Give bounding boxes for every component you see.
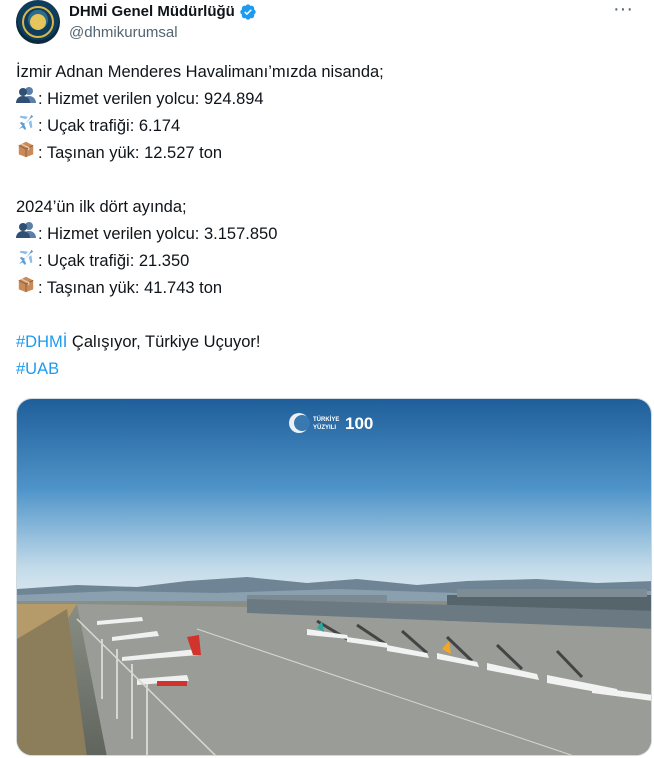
- stat-line: : Hizmet verilen yolcu: 924.894: [16, 86, 638, 113]
- hashtag-uab-link[interactable]: #UAB: [16, 360, 59, 378]
- passengers-icon: [16, 86, 38, 113]
- airport-photo: TÜRKİYE YÜZYILI 100: [17, 399, 651, 755]
- tweet-header: DHMİ Genel Müdürlüğü @dhmikurumsal ···: [16, 0, 638, 50]
- tweet-media-image[interactable]: TÜRKİYE YÜZYILI 100: [16, 398, 652, 756]
- period-intro-line: 2024’ün ilk dört ayında;: [16, 198, 187, 216]
- overlay-text-1: TÜRKİYE: [313, 416, 339, 423]
- display-name[interactable]: DHMİ Genel Müdürlüğü: [69, 2, 235, 22]
- more-options-button[interactable]: ···: [608, 0, 638, 24]
- april-cargo: : Taşınan yük: 12.527 ton: [38, 144, 223, 162]
- april-passengers: : Hizmet verilen yolcu: 924.894: [38, 90, 264, 108]
- stat-line: : Taşınan yük: 41.743 ton: [16, 275, 638, 302]
- overlay-text-2: YÜZYILI: [313, 424, 336, 431]
- avatar[interactable]: [16, 0, 60, 44]
- verified-badge-icon: [239, 3, 257, 21]
- package-icon: [16, 275, 38, 302]
- stat-line: : Hizmet verilen yolcu: 3.157.850: [16, 221, 638, 248]
- avatar-emblem: [30, 14, 46, 30]
- april-aircraft: : Uçak trafiği: 6.174: [38, 117, 181, 135]
- stat-line: : Uçak trafiği: 6.174: [16, 113, 638, 140]
- package-icon: [16, 140, 38, 167]
- four-months-cargo: : Taşınan yük: 41.743 ton: [38, 279, 223, 297]
- intro-line: İzmir Adnan Menderes Havalimanı’mızda ni…: [16, 63, 384, 81]
- name-row: DHMİ Genel Müdürlüğü: [69, 2, 257, 22]
- slogan-text: Çalışıyor, Türkiye Uçuyor!: [67, 333, 261, 351]
- overlay-logo-100: 100: [345, 414, 373, 433]
- hashtag-line: #UAB: [16, 356, 638, 383]
- airplane-icon: [16, 113, 38, 140]
- passengers-icon: [16, 221, 38, 248]
- four-months-aircraft: : Uçak trafiği: 21.350: [38, 252, 190, 270]
- four-months-passengers: : Hizmet verilen yolcu: 3.157.850: [38, 225, 278, 243]
- airplane-icon: [16, 248, 38, 275]
- stat-line: : Uçak trafiği: 21.350: [16, 248, 638, 275]
- slogan-line: #DHMİ Çalışıyor, Türkiye Uçuyor!: [16, 329, 638, 356]
- stat-line: : Taşınan yük: 12.527 ton: [16, 140, 638, 167]
- hashtag-dhmi-link[interactable]: #DHMİ: [16, 333, 67, 351]
- tweet-text: İzmir Adnan Menderes Havalimanı’mızda ni…: [16, 59, 638, 383]
- author-handle[interactable]: @dhmikurumsal: [69, 24, 178, 42]
